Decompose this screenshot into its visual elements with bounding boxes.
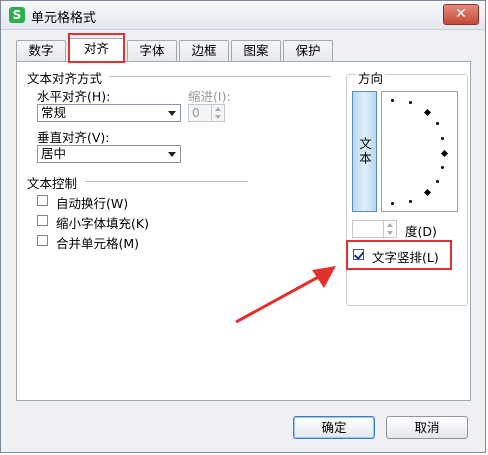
dial-dot xyxy=(441,137,444,140)
tab-number[interactable]: 数字 xyxy=(16,40,66,61)
indent-label: 缩进(I): xyxy=(188,89,231,104)
chevron-down-icon xyxy=(168,111,176,116)
wrap-text-label: 自动换行(W) xyxy=(56,196,129,211)
orientation-dial[interactable] xyxy=(381,91,458,212)
vertical-text-button[interactable]: 文本 xyxy=(352,91,377,212)
dial-tick xyxy=(423,188,432,197)
degree-label: 度(D) xyxy=(405,224,437,239)
divider xyxy=(109,76,331,77)
vertical-align-value: 居中 xyxy=(41,146,67,161)
dial-dot xyxy=(436,180,439,183)
format-cells-dialog: S 单元格格式 ✕ 数字 对齐 字体 边框 图案 保护 文本对齐方式 水平对齐(… xyxy=(0,0,486,453)
merge-cells-checkbox[interactable] xyxy=(37,235,48,246)
wps-app-icon: S xyxy=(9,7,25,23)
horizontal-align-value: 常规 xyxy=(41,105,67,120)
degree-stepper[interactable] xyxy=(352,220,397,238)
chevron-down-icon xyxy=(387,231,393,235)
ok-button[interactable]: 确定 xyxy=(293,416,375,439)
dial-dot xyxy=(409,200,412,203)
indent-stepper[interactable]: 0 xyxy=(188,104,225,122)
merge-cells-label: 合并单元格(M) xyxy=(56,236,140,251)
tab-font[interactable]: 字体 xyxy=(127,40,177,61)
chevron-down-icon xyxy=(168,152,176,157)
annotation-highlight-tab xyxy=(68,33,125,63)
annotation-highlight-vertical-text xyxy=(346,240,452,270)
dial-dot xyxy=(436,122,439,125)
text-control-heading: 文本控制 xyxy=(27,176,78,191)
close-button[interactable]: ✕ xyxy=(443,4,479,25)
dial-tick xyxy=(440,149,449,158)
vertical-align-select[interactable]: 居中 xyxy=(37,145,181,163)
dial-tick xyxy=(423,108,432,117)
dial-dot xyxy=(391,202,394,205)
dial-dot xyxy=(391,99,394,102)
divider xyxy=(85,181,248,182)
tab-pattern[interactable]: 图案 xyxy=(231,40,281,61)
wrap-text-checkbox[interactable] xyxy=(37,195,48,206)
chevron-up-icon xyxy=(215,107,221,111)
shrink-to-fit-checkbox[interactable] xyxy=(37,215,48,226)
dialog-title: 单元格格式 xyxy=(31,11,97,26)
title-bar[interactable]: S 单元格格式 ✕ xyxy=(1,1,485,30)
tab-protection[interactable]: 保护 xyxy=(283,40,333,61)
stepper-buttons[interactable] xyxy=(211,105,224,121)
text-alignment-heading: 文本对齐方式 xyxy=(27,71,103,86)
tab-border[interactable]: 边框 xyxy=(179,40,229,61)
dial-dot xyxy=(409,101,412,104)
dial-dot xyxy=(441,166,444,169)
cancel-button[interactable]: 取消 xyxy=(386,416,468,439)
orientation-heading: 方向 xyxy=(356,68,386,87)
stepper-buttons[interactable] xyxy=(383,221,396,237)
chevron-down-icon xyxy=(215,115,221,119)
horizontal-align-label: 水平对齐(H): xyxy=(37,89,111,104)
horizontal-align-select[interactable]: 常规 xyxy=(37,104,181,122)
vertical-align-label: 垂直对齐(V): xyxy=(37,130,110,145)
indent-value: 0 xyxy=(192,106,200,120)
shrink-to-fit-label: 缩小字体填充(K) xyxy=(56,216,149,231)
chevron-up-icon xyxy=(387,223,393,227)
alignment-panel: 文本对齐方式 水平对齐(H): 常规 缩进(I): 0 垂直对齐(V): 居中 … xyxy=(16,61,471,401)
